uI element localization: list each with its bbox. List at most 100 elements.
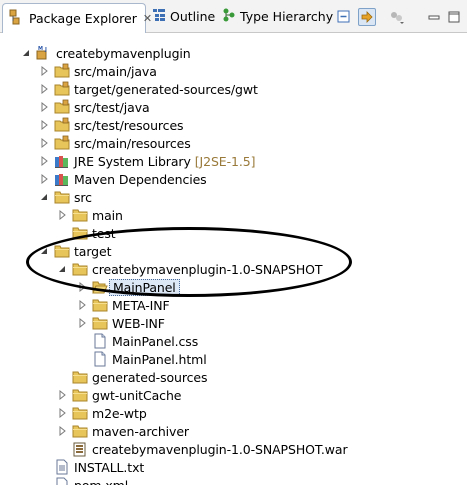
tree-item[interactable]: main	[56, 206, 123, 224]
tree-item[interactable]: createbymavenplugin-1.0-SNAPSHOT	[56, 260, 323, 278]
tree-item-label: createbymavenplugin-1.0-SNAPSHOT.war	[92, 441, 348, 457]
expand-toggle[interactable]	[76, 299, 88, 311]
tree-item[interactable]: <> pom.xml	[38, 476, 128, 485]
tab-type-hierarchy-label: Type Hierarchy	[240, 9, 334, 24]
tree-item[interactable]: src/main/resources	[38, 134, 191, 152]
expand-toggle[interactable]	[38, 119, 50, 131]
library-icon	[54, 171, 70, 187]
expand-toggle[interactable]	[56, 407, 68, 419]
tree-item[interactable]: Maven Dependencies	[38, 170, 207, 188]
view-tab-bar: Package Explorer ✕ Outline Type Hierarch…	[0, 0, 467, 33]
expand-toggle[interactable]	[38, 65, 50, 77]
tree-item-label: pom.xml	[74, 477, 129, 485]
expand-toggle[interactable]	[76, 281, 88, 293]
tree-item-label: gwt-unitCache	[92, 387, 182, 403]
expand-toggle[interactable]	[38, 191, 50, 203]
collapsed-arrow-icon	[41, 84, 48, 94]
expand-toggle[interactable]	[38, 83, 50, 95]
tree-item-label: createbymavenplugin-1.0-SNAPSHOT	[92, 261, 323, 277]
expand-toggle[interactable]	[38, 155, 50, 167]
expand-toggle[interactable]	[20, 47, 32, 59]
folder-icon	[72, 261, 88, 277]
collapsed-arrow-icon	[41, 102, 48, 112]
package-explorer-icon	[9, 9, 25, 28]
maven-project-icon: MJ	[36, 45, 52, 61]
tree-item[interactable]: generated-sources	[56, 368, 208, 386]
tree-item-label: generated-sources	[92, 369, 208, 385]
expand-toggle[interactable]	[56, 209, 68, 221]
source-folder-icon	[54, 117, 70, 133]
tree-item[interactable]: src	[38, 188, 92, 206]
minimize-button[interactable]	[425, 8, 443, 26]
collapsed-arrow-icon	[59, 210, 66, 220]
tree-item-label: MainPanel.css	[112, 333, 199, 349]
tree-item-label: MainPanel.html	[112, 351, 207, 367]
tree-item[interactable]: MainPanel.html	[76, 350, 207, 368]
tab-type-hierarchy[interactable]: Type Hierarchy	[222, 4, 333, 29]
tree-item[interactable]: META-INF	[76, 296, 170, 314]
tree-item[interactable]: maven-archiver	[56, 422, 189, 440]
tree-item[interactable]: createbymavenplugin-1.0-SNAPSHOT.war	[56, 440, 348, 458]
view-menu-button[interactable]	[388, 8, 406, 26]
tree-item[interactable]: INSTALL.txt	[38, 458, 144, 476]
folder-icon	[92, 297, 108, 313]
maximize-button[interactable]	[445, 8, 463, 26]
tree-item[interactable]: src/test/resources	[38, 116, 184, 134]
type-hierarchy-icon	[222, 8, 236, 25]
tree-item[interactable]: MainPanel	[76, 278, 180, 296]
expand-toggle[interactable]	[38, 137, 50, 149]
tab-outline[interactable]: Outline	[152, 4, 215, 29]
expand-toggle[interactable]	[38, 101, 50, 113]
tree-item-label: Maven Dependencies	[74, 171, 207, 187]
tree-item[interactable]: JRE System Library [J2SE-1.5]	[38, 152, 255, 170]
link-with-editor-button[interactable]	[358, 8, 376, 26]
expanded-arrow-icon	[59, 266, 65, 272]
close-icon[interactable]: ✕	[143, 12, 152, 25]
project-tree[interactable]: M Jcreatebymavenplugin src/main/java target…	[0, 33, 467, 485]
tree-item[interactable]: m2e-wtp	[56, 404, 147, 422]
tree-item[interactable]: gwt-unitCache	[56, 386, 181, 404]
tab-package-explorer[interactable]: Package Explorer ✕	[2, 3, 152, 33]
tree-item-label: JRE System Library	[74, 153, 191, 169]
tree-item-label: src/test/resources	[74, 117, 184, 133]
expand-toggle[interactable]	[56, 389, 68, 401]
folder-open-icon	[92, 279, 108, 295]
expanded-arrow-icon	[41, 194, 47, 200]
expand-toggle[interactable]	[38, 245, 50, 257]
source-folder-icon	[54, 63, 70, 79]
tree-item-label: main	[92, 207, 123, 223]
source-folder-icon	[54, 81, 70, 97]
collapsed-arrow-icon	[41, 66, 48, 76]
expand-toggle[interactable]	[56, 425, 68, 437]
file-icon	[92, 333, 108, 349]
tree-item[interactable]: test	[56, 224, 116, 242]
tree-item[interactable]: MainPanel.css	[76, 332, 198, 350]
svg-text:J: J	[44, 47, 47, 53]
folder-icon	[92, 315, 108, 331]
library-icon	[54, 153, 70, 169]
expand-toggle[interactable]	[56, 263, 68, 275]
tree-item[interactable]: src/test/java	[38, 98, 150, 116]
expand-toggle[interactable]	[38, 173, 50, 185]
tab-outline-label: Outline	[170, 9, 216, 24]
tree-item[interactable]: M Jcreatebymavenplugin	[20, 44, 191, 62]
expand-toggle[interactable]	[76, 317, 88, 329]
folder-icon	[72, 225, 88, 241]
tree-item-label: test	[92, 225, 116, 241]
minimize-icon	[428, 15, 440, 20]
source-folder-icon	[54, 135, 70, 151]
collapsed-arrow-icon	[41, 174, 48, 184]
tree-item[interactable]: WEB-INF	[76, 314, 165, 332]
folder-icon	[54, 189, 70, 205]
tree-item[interactable]: target	[38, 242, 112, 260]
link-with-editor-icon	[361, 11, 373, 23]
folder-icon	[72, 369, 88, 385]
tree-item-label: target/generated-sources/gwt	[74, 81, 258, 97]
collapse-all-button[interactable]	[335, 8, 353, 26]
tree-item[interactable]: target/generated-sources/gwt	[38, 80, 258, 98]
tree-item[interactable]: src/main/java	[38, 62, 157, 80]
